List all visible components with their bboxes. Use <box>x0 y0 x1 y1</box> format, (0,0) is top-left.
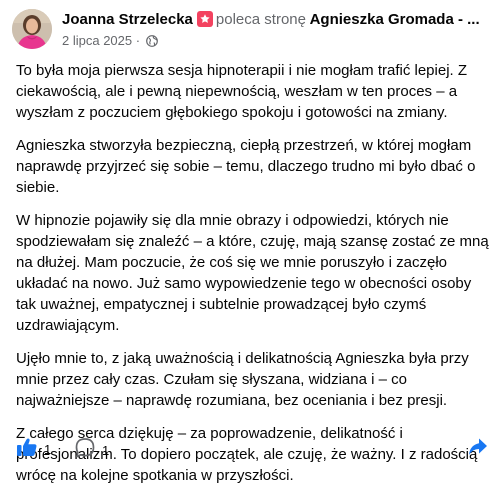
header-line: Joanna Strzelecka poleca stronę Agnieszka… <box>62 10 494 29</box>
post-paragraph: To była moja pierwsza sesja hipnoterapii… <box>16 62 468 121</box>
recommend-icon <box>196 11 213 27</box>
recommended-page-name[interactable]: Agnieszka Gromada - ... <box>310 11 480 28</box>
like-count: 1 <box>44 442 52 457</box>
comment-icon <box>74 437 96 464</box>
globe-icon[interactable] <box>145 34 158 47</box>
comment-button[interactable]: 1 <box>74 437 109 464</box>
recommend-verb: poleca stronę <box>215 11 306 28</box>
share-icon[interactable] <box>468 437 488 462</box>
thumbs-up-icon <box>16 437 38 462</box>
avatar[interactable] <box>12 9 52 49</box>
post-header-text: Joanna Strzelecka poleca stronę Agnieszka… <box>62 10 494 49</box>
post-header: Joanna Strzelecka poleca stronę Agnieszka… <box>12 9 492 53</box>
post-footer: 1 1 <box>16 434 494 462</box>
post-paragraph: Agnieszka stworzyła bezpieczną, ciepłą p… <box>16 137 476 196</box>
post-paragraph: Ujęło mnie to, z jaką uważnością i delik… <box>16 350 469 409</box>
like-button[interactable]: 1 <box>16 437 51 462</box>
author-name[interactable]: Joanna Strzelecka <box>62 11 193 28</box>
review-post: Joanna Strzelecka poleca stronę Agnieszka… <box>0 0 503 484</box>
post-paragraph: W hipnozie pojawiły się dla mnie obrazy … <box>16 212 489 334</box>
meta-separator: · <box>135 33 141 48</box>
comment-count: 1 <box>102 443 110 458</box>
post-body: To była moja pierwsza sesja hipnoterapii… <box>16 60 494 498</box>
post-meta: 2 lipca 2025 · <box>62 32 494 49</box>
post-date[interactable]: 2 lipca 2025 <box>62 33 132 48</box>
